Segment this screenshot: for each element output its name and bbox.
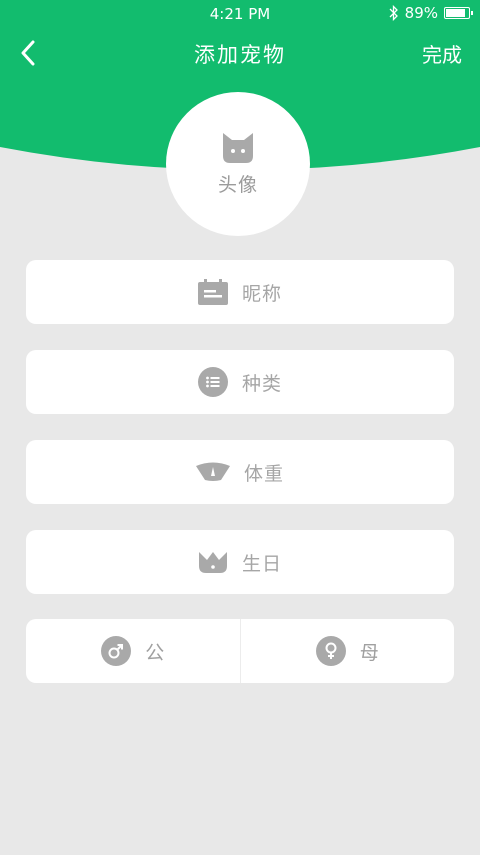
birthday-label: 生日 (241, 552, 282, 575)
scale-gauge-icon (195, 462, 230, 481)
species-field[interactable]: 种类 (26, 350, 454, 414)
nickname-field[interactable]: 昵称 (26, 260, 454, 324)
birthday-field[interactable]: 生日 (26, 530, 454, 594)
weight-label: 体重 (243, 462, 284, 485)
navigation-bar: 添加宠物 完成 (0, 28, 480, 78)
page-title: 添加宠物 (194, 43, 286, 67)
crown-icon (198, 552, 227, 573)
battery-level-fill (446, 9, 466, 17)
list-icon (197, 367, 228, 397)
weight-field[interactable]: 体重 (26, 440, 454, 504)
gender-female-option[interactable]: 母 (241, 619, 455, 683)
status-bar: 4:21 PM 89% (0, 0, 480, 28)
avatar-picker[interactable]: 头像 (166, 92, 310, 236)
gender-male-option[interactable]: 公 (26, 619, 240, 683)
gender-female-label: 母 (359, 641, 379, 664)
avatar-label: 头像 (217, 173, 258, 196)
gender-male-label: 公 (145, 641, 165, 664)
battery-icon (444, 7, 473, 19)
female-symbol-icon (315, 636, 346, 666)
cat-face-icon (223, 132, 253, 163)
nickname-label: 昵称 (241, 282, 282, 305)
name-card-icon (197, 279, 228, 305)
battery-percent: 89% (404, 4, 438, 22)
status-indicators: 89% (389, 4, 473, 22)
bluetooth-icon (389, 5, 398, 21)
species-label: 种类 (241, 372, 282, 395)
male-symbol-icon (101, 636, 132, 666)
gender-selector: 公 母 (26, 619, 454, 683)
done-button[interactable]: 完成 (422, 39, 462, 68)
